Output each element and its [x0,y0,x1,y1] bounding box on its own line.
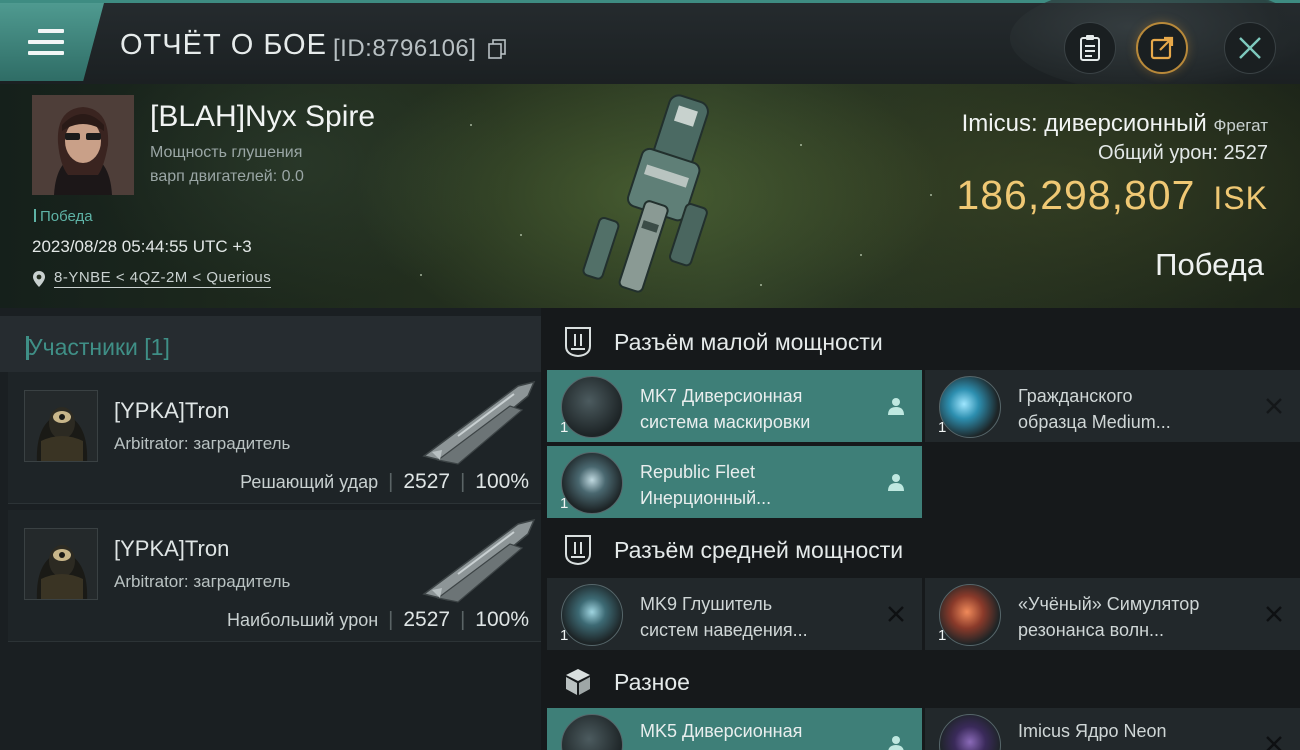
module-name: Гражданского образца Medium... [1018,386,1171,432]
module-name: Imicus Ядро Neon [1018,721,1167,741]
participant-percent: 100% [475,470,529,493]
module-qty: 1 [938,627,947,644]
victory-tag: Победа [34,208,93,225]
participant-damage: 2527 [403,608,451,631]
module-item[interactable]: 1 Гражданского образца Medium... [925,370,1300,442]
kill-result: Победа [1155,247,1264,282]
module-item[interactable]: 1 Republic Fleet Инерционный... [547,446,922,518]
module-item[interactable]: Imicus Ядро Neon [925,708,1300,750]
destroyed-x-icon [888,606,904,622]
warp-scramble-value: варп двигателей: 0.0 [150,168,304,185]
misc-title: Разное [614,668,690,695]
module-qty: 1 [560,627,569,644]
kill-summary-banner: [BLAH]Nyx Spire Мощность глушения варп д… [0,84,1300,308]
fitted-person-icon [888,736,904,750]
top-bar: ОТЧЁТ О БОЕ [ID:8796106] [0,0,1300,93]
participants-tab-label: Участники [1] [26,334,170,360]
isk-unit: ISK [1213,180,1268,216]
participant-name[interactable]: [YPKA]Tron [114,536,229,562]
participants-panel: Участники [1] [YPKA]Tron Arbitrator: заг… [0,308,541,750]
victim-ship-class: Фрегат [1213,116,1268,135]
fitted-person-icon [888,398,904,415]
fitted-person-icon [888,474,904,491]
low-slot-icon [565,327,591,358]
destroyed-x-icon [1266,398,1282,414]
menu-button[interactable] [0,3,104,81]
menu-icon [28,29,64,55]
location-pin-icon [33,270,45,287]
low-slot-title: Разъём малой мощности [614,328,883,355]
module-icon [561,376,623,438]
tab-participants[interactable]: Участники [1] [0,316,541,372]
module-qty: 1 [560,495,569,512]
report-id: [ID:8796106] [333,35,477,62]
location-link[interactable]: 8-YNBE < 4QZ-2M < Querious [54,269,272,288]
module-qty: 1 [560,419,569,436]
module-item[interactable]: 1 «Учёный» Симулятор резонанса волн... [925,578,1300,650]
module-name: MK9 Глушитель систем наведения... [640,594,808,640]
participant-card[interactable]: [YPKA]Tron Arbitrator: заградитель Наибо… [8,510,541,642]
module-item[interactable]: 1 MK7 Диверсионная система маскировки [547,370,922,442]
module-item[interactable]: MK5 Диверсионная [547,708,922,750]
participant-ship-image [422,518,536,603]
isk-value: 186,298,807 ISK [956,172,1268,218]
close-icon [1239,37,1261,59]
participant-role: Наибольший урон [226,609,379,630]
participant-avatar[interactable] [24,390,98,462]
separator: | [460,608,466,631]
export-button[interactable] [1136,22,1188,74]
module-icon [561,714,623,750]
separator: | [460,470,466,493]
victim-avatar[interactable] [32,95,134,195]
destroyed-x-icon [1266,606,1282,622]
module-icon [939,376,1001,438]
misc-header: Разное [541,656,1300,708]
module-icon [939,584,1001,646]
notes-button[interactable] [1064,22,1116,74]
participant-stats: Наибольший урон | 2527 | 100% [227,608,529,632]
module-name: MK5 Диверсионная [640,721,803,741]
victim-ship-image [582,94,709,293]
participant-ship: Arbitrator: заградитель [114,434,291,453]
participant-ship: Arbitrator: заградитель [114,572,291,591]
mid-slot-title: Разъём средней мощности [614,536,904,563]
module-name: MK7 Диверсионная система маскировки [640,386,811,432]
total-damage: Общий урон: 2527 [1097,142,1268,164]
module-icon [561,584,623,646]
cube-icon [566,669,590,695]
separator: | [388,470,394,493]
mid-slot-header: Разъём средней мощности [541,524,1300,576]
close-button[interactable] [1224,22,1276,74]
participant-avatar[interactable] [24,528,98,600]
module-qty: 1 [938,419,947,436]
notes-icon [1080,35,1100,61]
separator: | [388,608,394,631]
mid-slot-icon [565,535,591,566]
module-icon [939,714,1001,750]
victim-pilot-name[interactable]: [BLAH]Nyx Spire [150,100,375,134]
module-name: Republic Fleet Инерционный... [640,462,772,508]
fitting-panel: Разъём малой мощности 1 MK7 Диверсионная… [541,308,1300,750]
participant-ship-image [422,380,536,465]
victim-ship-name[interactable]: Imicus: диверсионный Фрегат [962,110,1268,138]
participant-stats: Решающий удар | 2527 | 100% [240,470,529,494]
low-slot-header: Разъём малой мощности [541,316,1300,368]
participant-card[interactable]: [YPKA]Tron Arbitrator: заградитель Решаю… [8,372,541,504]
copy-icon[interactable] [488,39,506,59]
module-item[interactable]: 1 MK9 Глушитель систем наведения... [547,578,922,650]
participant-damage: 2527 [403,470,451,493]
participant-percent: 100% [475,608,529,631]
destroyed-x-icon [1266,736,1282,750]
kill-timestamp: 2023/08/28 05:44:55 UTC +3 [32,237,252,256]
page-title: ОТЧЁТ О БОЕ [120,29,327,61]
module-name: «Учёный» Симулятор резонанса волн... [1018,594,1200,640]
module-icon [561,452,623,514]
participant-role: Решающий удар [240,471,379,492]
kill-location[interactable]: 8-YNBE < 4QZ-2M < Querious [32,269,272,288]
participant-name[interactable]: [YPKA]Tron [114,398,229,424]
warp-scramble-label: Мощность глушения [150,144,303,161]
export-icon [1150,36,1174,60]
